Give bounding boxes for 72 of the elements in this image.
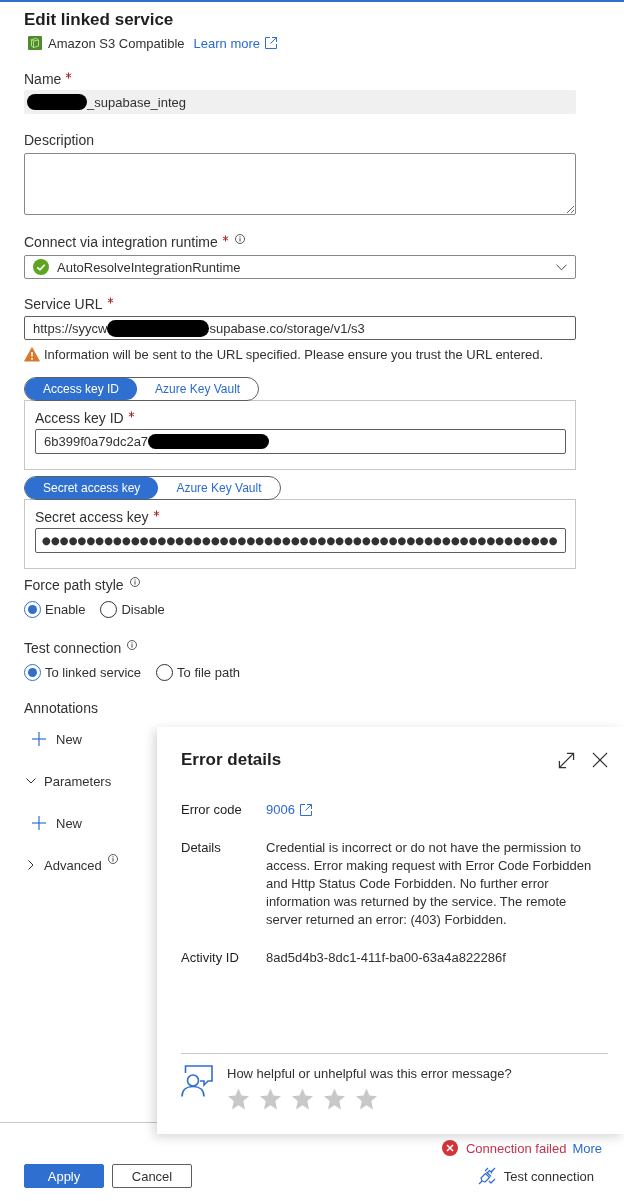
close-icon[interactable] [592, 752, 608, 768]
person-chat-icon [181, 1065, 213, 1097]
cube-icon [28, 36, 42, 50]
field-label: Secret access key [35, 508, 149, 526]
detail-label: Error code [181, 801, 243, 819]
tab[interactable]: Azure Key Vault [137, 378, 259, 400]
plus-icon [32, 816, 46, 830]
new-button[interactable]: New [24, 730, 82, 748]
field-label: Access key ID [35, 409, 124, 427]
runtime-dropdown[interactable]: AutoResolveIntegrationRuntime [24, 255, 576, 279]
detail-value: 8ad5d4b3-8dc1-411f-ba00-63a4a822286f [266, 949, 507, 967]
detail-label: Details [181, 839, 222, 857]
access-key-field[interactable]: 6b399f0a79dc2a7 [35, 429, 566, 454]
secret-key-field[interactable]: ●●●●●●●●●●●●●●●●●●●●●●●●●●●●●●●●●●●●●●●●●●●●●●●●●●●●●●●●●● [35, 528, 566, 553]
warning-icon [24, 346, 40, 362]
radio-option[interactable]: Enable [24, 600, 86, 618]
field-label: Service URL [24, 295, 103, 313]
error-icon [441, 1140, 458, 1156]
star-icon[interactable] [355, 1088, 378, 1110]
detail-label: Activity ID [181, 949, 240, 967]
expand-icon[interactable] [558, 751, 575, 769]
status-message: Connection failed [465, 1140, 567, 1156]
info-icon[interactable] [127, 640, 138, 650]
star-icon[interactable] [323, 1088, 346, 1110]
section-toggle[interactable]: Parameters [24, 772, 112, 790]
info-icon[interactable] [129, 577, 140, 587]
name-field[interactable]: _supabase_integ [24, 90, 576, 114]
chevron-down-icon [556, 263, 567, 271]
star-icon[interactable] [291, 1088, 314, 1110]
error-code-link[interactable]: 9006 [266, 801, 312, 819]
cancel-button[interactable]: Cancel [112, 1164, 192, 1188]
field-label: Connect via integration runtime [24, 233, 218, 251]
field-label: Force path style [24, 576, 124, 594]
check-circle-icon [33, 259, 49, 275]
radio-option[interactable]: To linked service [24, 663, 142, 681]
panel-title: Error details [181, 749, 283, 771]
field-value: _supabase_integ [87, 94, 187, 110]
field-label: Description [24, 131, 95, 149]
external-link-icon [265, 37, 278, 49]
section-toggle[interactable]: Advanced [24, 856, 118, 874]
field-label: Name [24, 70, 62, 88]
field-value: supabase.co/storage/v1/s3 [209, 320, 365, 336]
info-icon[interactable] [234, 234, 245, 244]
apply-button[interactable]: Apply [24, 1164, 104, 1188]
more-link[interactable]: More [572, 1140, 602, 1156]
url-field[interactable]: https://syycw supabase.co/storage/v1/s3 [24, 316, 576, 340]
test-connection-button[interactable]: Test connection [477, 1164, 594, 1188]
radio-option[interactable]: Disable [100, 600, 165, 618]
feedback-question: How helpful or unhelpful was this error message? [227, 1065, 512, 1083]
description-field[interactable] [24, 153, 576, 215]
new-button[interactable]: New [24, 814, 82, 832]
external-link-icon [299, 804, 312, 816]
plus-icon [32, 732, 46, 746]
radio-option[interactable]: To file path [156, 663, 240, 681]
info-icon[interactable] [107, 854, 118, 864]
field-value: 6b399f0a79dc2a7 [44, 434, 149, 449]
section-title: Annotations [24, 699, 98, 717]
field-value: https://syycw [33, 320, 108, 336]
service-type: Amazon S3 Compatible [48, 35, 185, 51]
star-rating[interactable] [227, 1088, 378, 1110]
field-label: Test connection [24, 639, 122, 657]
tab[interactable]: Azure Key Vault [158, 477, 280, 499]
warning-message: Information will be sent to the URL specified. Please ensure you trust the URL entered. [44, 346, 544, 362]
tab[interactable]: Access key ID [25, 378, 138, 400]
redaction-mark [27, 94, 87, 110]
learn-more-link[interactable]: Learn more [193, 35, 278, 51]
tab[interactable]: Secret access key [25, 477, 159, 499]
page-title: Edit linked service [24, 9, 174, 31]
star-icon[interactable] [227, 1088, 250, 1110]
star-icon[interactable] [259, 1088, 282, 1110]
detail-value: Credential is incorrect or do not have the permission to access. Error making request with Error Code Forbidden and Http Status Code Forbidden. No further error information was returned by the service. The remote server returned an error: (403) Forbidden. [266, 839, 593, 929]
plug-icon [477, 1167, 496, 1185]
